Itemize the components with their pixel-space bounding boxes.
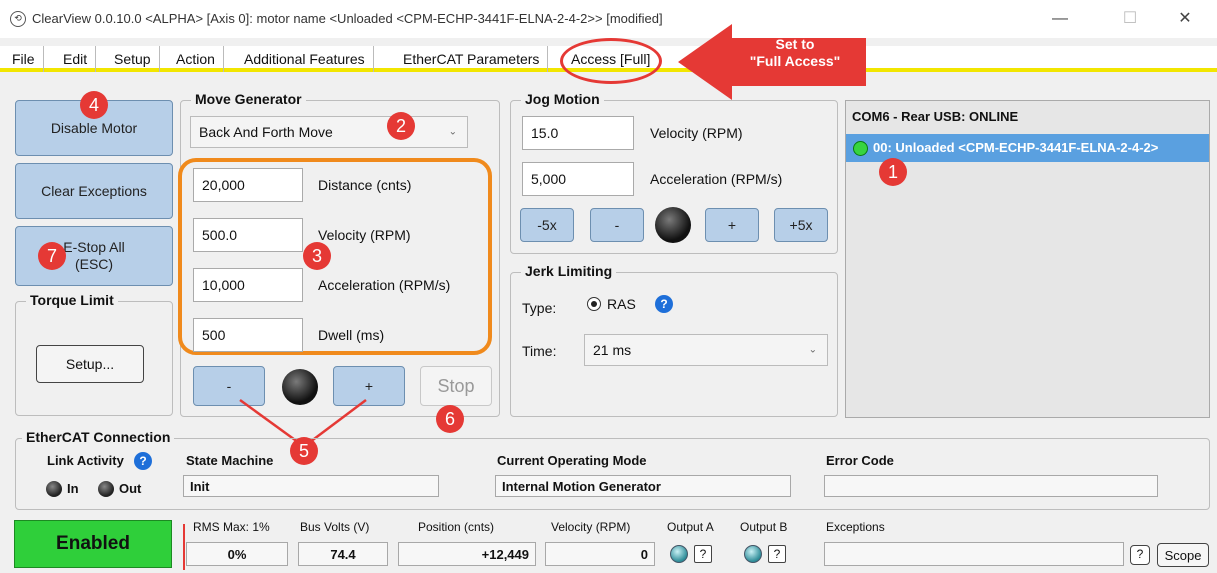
operating-mode-value: Internal Motion Generator <box>495 475 791 497</box>
link-help-icon[interactable]: ? <box>134 452 152 470</box>
callout-line2: "Full Access" <box>749 53 841 69</box>
jog-motion-title: Jog Motion <box>521 91 604 107</box>
stop-button[interactable]: Stop <box>420 366 492 406</box>
position-label: Position (cnts) <box>418 520 495 534</box>
jog-minus-button[interactable]: - <box>590 208 644 242</box>
error-code-label: Error Code <box>826 453 894 468</box>
velocity-label: Velocity (RPM) <box>318 227 411 243</box>
badge-6: 6 <box>436 405 464 433</box>
velocity-status-label: Velocity (RPM) <box>551 520 631 534</box>
distance-input[interactable]: 20,000 <box>193 168 303 202</box>
output-b-label: Output B <box>740 520 788 534</box>
com-node-label: 00: Unloaded <CPM-ECHP-3441F-ELNA-2-4-2> <box>873 140 1159 155</box>
torque-limit-title: Torque Limit <box>26 292 118 308</box>
rms-meter-bar <box>183 524 185 570</box>
move-mode-value: Back And Forth Move <box>199 124 333 140</box>
app-logo-icon: ⟲ <box>10 11 26 27</box>
ras-label: RAS <box>607 296 636 312</box>
ethercat-connection-title: EtherCAT Connection <box>22 429 175 445</box>
chevron-down-icon: ⌄ <box>808 344 817 356</box>
acceleration-label: Acceleration (RPM/s) <box>318 277 451 293</box>
close-button[interactable]: ✕ <box>1165 6 1205 32</box>
move-mode-dropdown[interactable]: Back And Forth Move ⌄ <box>190 116 468 148</box>
menu-edit[interactable]: Edit <box>55 46 97 72</box>
operating-mode-label: Current Operating Mode <box>497 453 647 468</box>
minimize-button[interactable]: — <box>1040 6 1080 32</box>
help-icon[interactable]: ? <box>655 295 673 313</box>
jog-accel-label: Acceleration (RPM/s) <box>650 171 783 187</box>
jerk-type-label: Type: <box>522 300 557 316</box>
access-highlight-ellipse <box>560 38 662 84</box>
jerk-time-dropdown[interactable]: 21 ms ⌄ <box>584 334 828 366</box>
jog-accel-input[interactable]: 5,000 <box>522 162 634 196</box>
bus-volts-value: 74.4 <box>298 542 388 566</box>
com-header: COM6 - Rear USB: ONLINE <box>852 109 1019 124</box>
jog-velocity-input[interactable]: 15.0 <box>522 116 634 150</box>
jerk-time-label: Time: <box>522 343 557 359</box>
scope-button[interactable]: Scope <box>1157 543 1209 567</box>
link-in-label: In <box>67 481 79 496</box>
badge-4: 4 <box>80 91 108 119</box>
velocity-input[interactable]: 500.0 <box>193 218 303 252</box>
exceptions-value <box>824 542 1124 566</box>
clear-exceptions-button[interactable]: Clear Exceptions <box>15 163 173 219</box>
acceleration-input[interactable]: 10,000 <box>193 268 303 302</box>
chevron-down-icon: ⌄ <box>448 126 457 138</box>
estop-label-line1: E-Stop All <box>63 239 125 255</box>
jog-plus-button[interactable]: + <box>705 208 759 242</box>
badge-1: 1 <box>879 158 907 186</box>
error-code-value <box>824 475 1158 497</box>
link-activity-label: Link Activity <box>47 453 124 468</box>
output-a-indicator <box>670 545 688 563</box>
menu-additional-features[interactable]: Additional Features <box>236 46 374 72</box>
radio-dot-icon <box>591 301 597 307</box>
dwell-input[interactable]: 500 <box>193 318 303 352</box>
badge-3: 3 <box>303 242 331 270</box>
torque-setup-button[interactable]: Setup... <box>36 345 144 383</box>
output-a-help-button[interactable]: ? <box>694 545 712 563</box>
link-out-label: Out <box>119 481 142 496</box>
badge-7: 7 <box>38 242 66 270</box>
jog-velocity-label: Velocity (RPM) <box>650 125 743 141</box>
jog-plus5x-button[interactable]: +5x <box>774 208 828 242</box>
output-a-label: Output A <box>667 520 714 534</box>
callout-text: Set to "Full Access" <box>730 36 860 70</box>
link-out-indicator <box>98 481 114 497</box>
jog-minus5x-button[interactable]: -5x <box>520 208 574 242</box>
state-machine-value: Init <box>183 475 439 497</box>
menu-setup[interactable]: Setup <box>106 46 160 72</box>
enabled-status: Enabled <box>14 520 172 568</box>
exceptions-label: Exceptions <box>826 520 885 534</box>
distance-label: Distance (cnts) <box>318 177 412 193</box>
position-value: +12,449 <box>398 542 536 566</box>
output-b-indicator <box>744 545 762 563</box>
dwell-label: Dwell (ms) <box>318 327 385 343</box>
ethercat-connection-group: EtherCAT Connection <box>15 429 1210 510</box>
move-generator-title: Move Generator <box>191 91 306 107</box>
estop-label-line2: (ESC) <box>74 256 114 272</box>
velocity-status-value: 0 <box>545 542 655 566</box>
callout-line1: Set to <box>775 36 815 52</box>
exceptions-help-button[interactable]: ? <box>1130 545 1150 565</box>
maximize-button[interactable]: ☐ <box>1110 6 1150 32</box>
window-title: ClearView 0.0.10.0 <ALPHA> [Axis 0]: mot… <box>32 11 663 26</box>
online-status-icon <box>853 141 868 156</box>
badge-5: 5 <box>290 437 318 465</box>
ras-radio[interactable] <box>587 297 601 311</box>
bus-volts-label: Bus Volts (V) <box>300 520 370 534</box>
output-b-help-button[interactable]: ? <box>768 545 786 563</box>
menu-file[interactable]: File <box>4 46 44 72</box>
state-machine-label: State Machine <box>186 453 274 468</box>
jerk-limiting-title: Jerk Limiting <box>521 263 617 279</box>
menu-ethercat-parameters[interactable]: EtherCAT Parameters <box>395 46 549 72</box>
link-in-indicator <box>46 481 62 497</box>
jerk-time-value: 21 ms <box>593 342 632 358</box>
rms-value: 0% <box>186 542 288 566</box>
rms-max-label: RMS Max: 1% <box>193 520 270 534</box>
badge-2: 2 <box>387 112 415 140</box>
menu-action[interactable]: Action <box>168 46 224 72</box>
jog-status-indicator <box>655 207 691 243</box>
